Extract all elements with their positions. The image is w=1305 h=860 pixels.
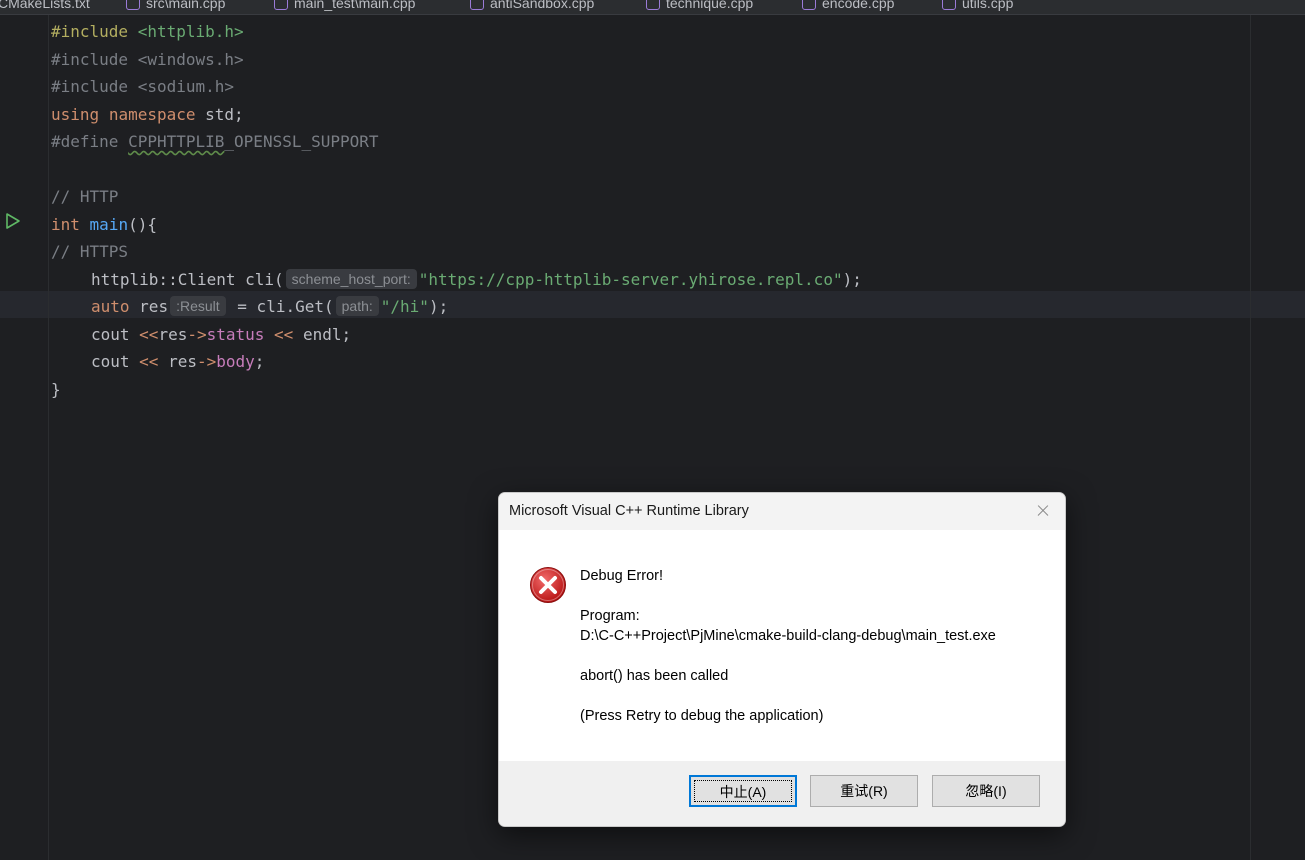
retry-hint: (Press Retry to debug the application) [580,708,824,724]
keyword: auto [91,297,130,316]
dialog-message: Debug Error! Program: D:\C-C++Project\Pj… [580,566,996,726]
tab-label: main_test\main.cpp [294,0,416,11]
variable-name: res [158,352,197,371]
cpp-file-icon [802,0,816,10]
right-margin-guide [1250,15,1251,860]
ignore-button[interactable]: 忽略(I) [932,775,1040,807]
code-line: } [51,379,61,399]
member-name: status [206,324,265,344]
member-name: body [216,352,255,371]
variable-name: res [158,324,188,344]
parameter-hint: path: [335,296,379,316]
code-line: #include <windows.h> [51,49,244,69]
code-text: cout [91,324,140,344]
keyword: using [51,104,100,124]
code-text: ); [428,297,449,316]
code-text: endl; [302,324,352,344]
code-text: (){ [128,214,157,234]
code-line: httplib::Client cli(scheme_host_port: "ht… [51,266,862,294]
cpp-file-icon [126,0,140,10]
run-icon[interactable] [4,212,22,230]
dialog-title: Microsoft Visual C++ Runtime Library [509,503,749,519]
string-literal: "https://cpp-httplib-server.yhirose.repl… [418,269,843,289]
code-text: cout [91,352,140,371]
keyword: namespace [108,104,196,124]
close-icon[interactable] [1033,501,1053,521]
code-line: #include <httplib.h> [51,18,862,46]
macro-name: _OPENSSL_SUPPORT [224,132,379,151]
variable-name: res [139,297,169,316]
tab-label: src\main.cpp [146,0,226,11]
code-text: ); [842,269,862,289]
abort-button-label: 中止(A) [694,780,792,802]
code-line: // HTTPS [51,242,129,261]
dialog-title-bar[interactable]: Microsoft Visual C++ Runtime Library [499,493,1065,530]
operator: -> [187,324,207,344]
error-icon [530,567,566,603]
operator: << [264,324,303,344]
tab-encode[interactable]: encode.cpp [802,0,894,13]
tab-label: antiSandbox.cpp [490,0,595,11]
parameter-hint: scheme_host_port: [285,268,417,289]
gutter-divider [48,15,49,860]
runtime-error-dialog: Microsoft Visual C++ Runtime Library Deb… [498,492,1066,827]
tab-technique[interactable]: technique.cpp [646,0,753,13]
tab-label: encode.cpp [822,0,895,11]
cpp-file-icon [470,0,484,10]
program-label: Program: [580,608,640,624]
cpp-file-icon [646,0,660,10]
code-line: #define CPPHTTPLIB_OPENSSL_SUPPORT [51,128,862,156]
tab-cmakelists[interactable]: CMakeLists.txt [0,0,90,13]
error-message: abort() has been called [580,668,729,684]
dialog-button-bar: 中止(A) 重试(R) 忽略(I) [499,761,1065,826]
keyword: int [51,214,80,234]
operator: << [139,324,159,344]
code-line: cout <<res->status << endl; [51,321,862,349]
error-heading: Debug Error! [580,568,664,584]
tab-src-main[interactable]: src\main.cpp [126,0,225,13]
macro-name-warning[interactable]: CPPHTTPLIB [128,132,224,151]
include-header: <httplib.h> [137,22,244,41]
function-name: main [89,214,129,234]
tab-utils[interactable]: utils.cpp [942,0,1013,13]
tab-main-test[interactable]: main_test\main.cpp [274,0,415,13]
code-text: = cli.Get( [227,297,334,316]
cpp-file-icon [942,0,956,10]
tab-label: utils.cpp [962,0,1014,11]
tab-label: technique.cpp [666,0,754,11]
program-path: D:\C-C++Project\PjMine\cmake-build-clang… [580,628,996,644]
operator: << [139,352,159,371]
code-content[interactable]: #include <httplib.h> #include <windows.h… [51,18,862,403]
code-text: httplib::Client cli( [91,269,284,289]
abort-button[interactable]: 中止(A) [689,775,797,807]
code-line-current: auto res:Result = cli.Get(path: "/hi"); [51,293,862,321]
code-line: // HTTP [51,187,119,206]
tab-antisandbox[interactable]: antiSandbox.cpp [470,0,594,13]
cpp-file-icon [274,0,288,10]
preprocessor-keyword: #define [51,132,119,151]
code-line: using namespace std; [51,101,862,129]
code-line: int main(){ [51,211,862,239]
code-text: std; [205,104,244,124]
editor-tab-bar: CMakeLists.txt src\main.cpp main_test\ma… [0,0,1305,15]
string-literal: "/hi" [380,297,429,316]
type-hint: :Result [170,296,226,316]
code-line: #include <sodium.h> [51,77,235,96]
retry-button[interactable]: 重试(R) [810,775,918,807]
preprocessor-keyword: #include [51,22,129,41]
code-text: ; [254,352,265,371]
code-line: cout << res->body; [51,348,862,376]
operator: -> [196,352,217,371]
tab-label: CMakeLists.txt [0,0,90,11]
